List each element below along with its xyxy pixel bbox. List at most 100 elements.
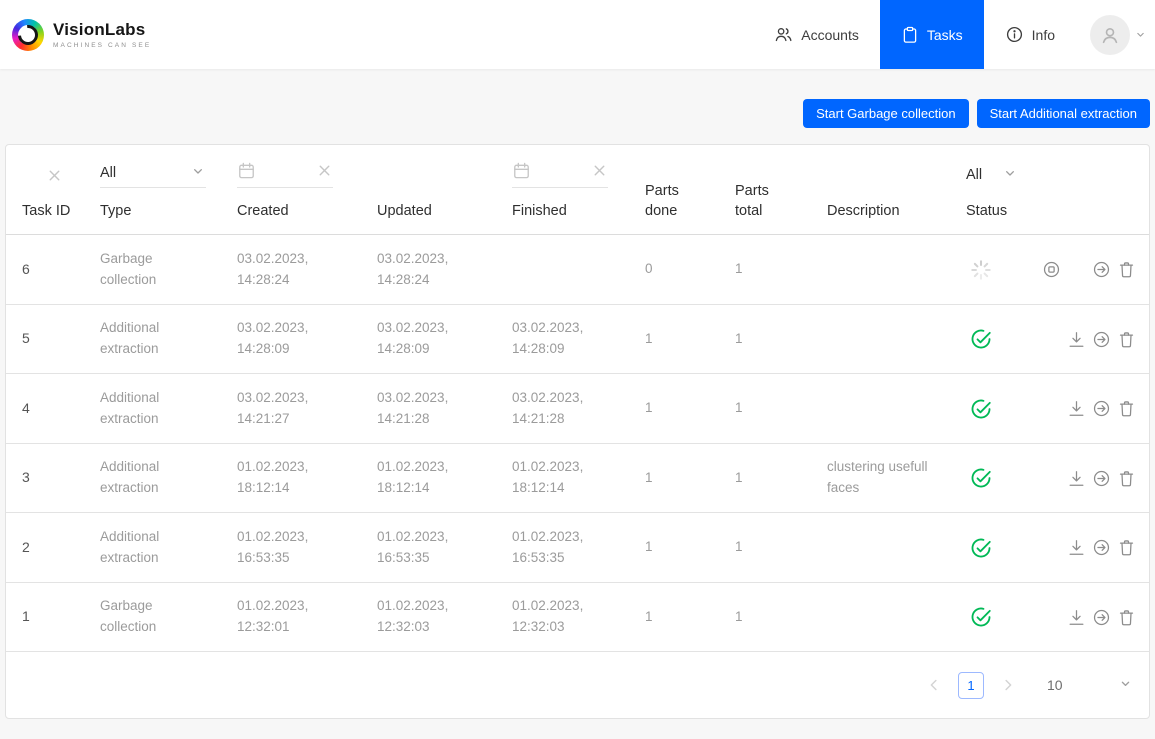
parts-total-cell: 1 [735, 259, 827, 280]
parts-done-cell: 1 [645, 329, 735, 350]
table-row: 1 Garbage collection 01.02.2023, 12:32:0… [6, 583, 1149, 653]
parts-total-cell: 1 [735, 537, 827, 558]
col-created-label: Created [237, 201, 377, 221]
status-cell [966, 328, 1034, 350]
task-updated-cell: 03.02.2023, 14:28:24 [377, 249, 489, 291]
clear-created-filter-button[interactable] [316, 162, 333, 183]
app-header: VisionLabs MACHINES CAN SEE Accounts Tas… [0, 0, 1155, 69]
task-finished-cell: 03.02.2023, 14:21:28 [512, 388, 624, 430]
col-description: Description [827, 162, 966, 221]
table-row: 3 Additional extraction 01.02.2023, 18:1… [6, 444, 1149, 514]
row-actions [1034, 465, 1139, 491]
current-page[interactable]: 1 [958, 672, 984, 699]
start-garbage-collection-button[interactable]: Start Garbage collection [803, 99, 968, 128]
open-task-button[interactable] [1089, 396, 1114, 422]
success-check-icon [970, 398, 992, 420]
task-id-cell: 4 [22, 398, 100, 420]
task-updated-cell: 01.02.2023, 18:12:14 [377, 457, 489, 499]
nav-info[interactable]: Info [984, 0, 1076, 69]
delete-task-button[interactable] [1114, 257, 1139, 283]
status-filter-select[interactable]: All [966, 162, 1018, 188]
success-check-icon [970, 606, 992, 628]
task-created-cell: 03.02.2023, 14:21:27 [237, 388, 349, 430]
accounts-icon [774, 25, 793, 44]
row-actions [1034, 257, 1139, 283]
stop-task-button[interactable] [1039, 257, 1064, 283]
col-parts-total-label: Parts total [735, 181, 785, 222]
task-type-cell: Garbage collection [100, 596, 212, 638]
nav-tasks[interactable]: Tasks [880, 0, 984, 69]
delete-task-button[interactable] [1114, 604, 1139, 630]
table-body: 6 Garbage collection 03.02.2023, 14:28:2… [6, 235, 1149, 652]
chevron-down-icon [1002, 165, 1018, 185]
open-task-button[interactable] [1089, 604, 1114, 630]
nav-tasks-label: Tasks [927, 27, 963, 43]
open-task-button[interactable] [1089, 257, 1114, 283]
col-parts-done-label: Parts done [645, 181, 695, 222]
open-task-button[interactable] [1089, 535, 1114, 561]
delete-task-button[interactable] [1114, 535, 1139, 561]
open-task-button[interactable] [1089, 465, 1114, 491]
col-finished: Finished [512, 162, 645, 221]
in-progress-spinner-icon [970, 259, 992, 281]
download-result-button[interactable] [1064, 535, 1089, 561]
delete-task-button[interactable] [1114, 326, 1139, 352]
download-result-button[interactable] [1064, 604, 1089, 630]
task-id-cell: 6 [22, 259, 100, 281]
nav-accounts[interactable]: Accounts [753, 0, 880, 69]
parts-done-cell: 1 [645, 398, 735, 419]
delete-task-button[interactable] [1114, 465, 1139, 491]
status-cell [966, 398, 1034, 420]
brand-text: VisionLabs MACHINES CAN SEE [53, 20, 151, 49]
row-actions [1034, 535, 1139, 561]
task-created-cell: 03.02.2023, 14:28:24 [237, 249, 349, 291]
open-task-button[interactable] [1089, 326, 1114, 352]
status-cell [966, 606, 1034, 628]
prev-page-button[interactable] [924, 675, 944, 695]
parts-done-cell: 1 [645, 607, 735, 628]
task-finished-cell: 01.02.2023, 16:53:35 [512, 527, 624, 569]
task-type-cell: Additional extraction [100, 318, 212, 360]
status-cell [966, 537, 1034, 559]
col-parts-total: Parts total [735, 162, 827, 221]
toolbar: Start Garbage collection Start Additiona… [5, 99, 1150, 128]
clear-finished-filter-button[interactable] [591, 162, 608, 183]
info-icon [1005, 25, 1024, 44]
task-id-cell: 5 [22, 328, 100, 350]
download-result-button[interactable] [1064, 465, 1089, 491]
next-page-button[interactable] [998, 675, 1018, 695]
task-finished-cell: 03.02.2023, 14:28:09 [512, 318, 624, 360]
main-nav: Accounts Tasks Info [753, 0, 1155, 69]
start-additional-extraction-button[interactable]: Start Additional extraction [977, 99, 1150, 128]
user-menu[interactable] [1090, 15, 1147, 55]
finished-date-filter[interactable] [512, 162, 608, 188]
col-task-id-label: Task ID [22, 201, 100, 221]
col-actions [1034, 162, 1139, 221]
delete-task-button[interactable] [1114, 396, 1139, 422]
brand: VisionLabs MACHINES CAN SEE [12, 19, 151, 51]
task-finished-cell: 01.02.2023, 18:12:14 [512, 457, 624, 499]
avatar [1090, 15, 1130, 55]
col-type: All Type [100, 162, 237, 221]
parts-total-cell: 1 [735, 607, 827, 628]
parts-done-cell: 0 [645, 259, 735, 280]
task-id-cell: 3 [22, 467, 100, 489]
calendar-icon [237, 161, 256, 184]
download-result-button[interactable] [1064, 396, 1089, 422]
created-date-filter[interactable] [237, 162, 333, 188]
row-actions [1034, 604, 1139, 630]
calendar-icon [512, 161, 531, 184]
table-row: 4 Additional extraction 03.02.2023, 14:2… [6, 374, 1149, 444]
clear-task-id-filter-button[interactable] [32, 162, 76, 188]
description-cell: clustering usefull faces [827, 457, 952, 499]
col-created: Created [237, 162, 377, 221]
success-check-icon [970, 537, 992, 559]
task-created-cell: 01.02.2023, 18:12:14 [237, 457, 349, 499]
page-size-value: 10 [1047, 677, 1063, 693]
task-type-cell: Garbage collection [100, 249, 212, 291]
success-check-icon [970, 467, 992, 489]
chevron-down-icon [190, 163, 206, 183]
page-size-select[interactable]: 10 [1047, 676, 1133, 694]
download-result-button[interactable] [1064, 326, 1089, 352]
type-filter-select[interactable]: All [100, 162, 206, 188]
